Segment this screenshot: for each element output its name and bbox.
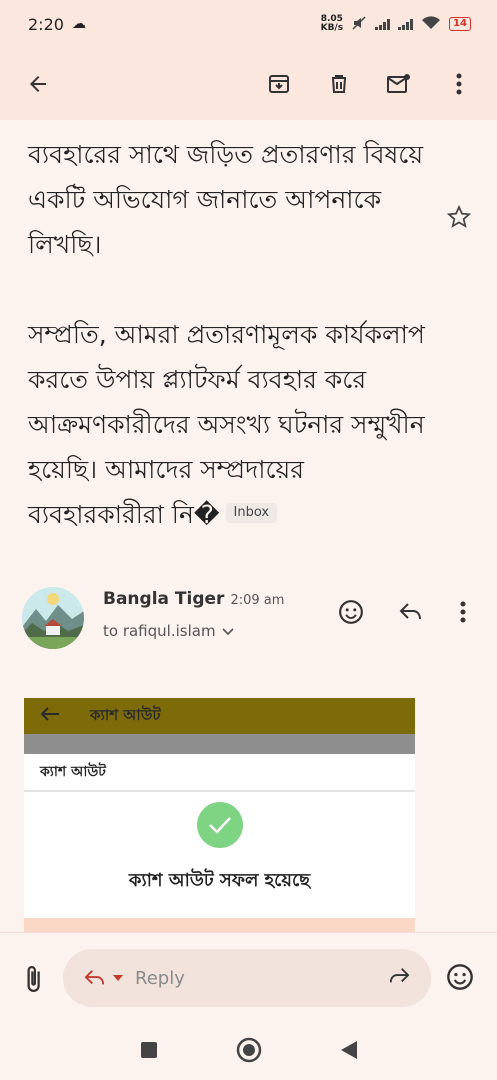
email-paragraph-2: সম্প্রতি, আমরা প্রতারণামূলক কার্যকলাপ কর… <box>28 312 428 537</box>
star-icon[interactable] <box>446 204 474 232</box>
wifi-icon <box>421 15 441 34</box>
signal-icon-1 <box>375 18 391 30</box>
recents-icon[interactable] <box>140 1041 158 1063</box>
message-more-icon[interactable] <box>448 597 478 627</box>
reply-placeholder: Reply <box>135 967 185 989</box>
email-body: ব্যবহারের সাথে জড়িত প্রতারণার বিষয়ে এক… <box>28 132 428 537</box>
trash-icon[interactable] <box>319 64 359 104</box>
status-bar: 2:20 ☁ 8.05 KB/s 14 <box>0 0 497 48</box>
check-icon <box>197 802 243 848</box>
recipient-details[interactable]: to rafiqul.islam <box>103 622 234 640</box>
message-time: 2:09 am <box>230 593 285 608</box>
sender-name-text: Bangla Tiger <box>103 589 225 609</box>
status-indicators: 8.05 KB/s 14 <box>321 15 471 34</box>
recipient-text: to rafiqul.islam <box>103 622 216 640</box>
message-header[interactable]: Bangla Tiger 2:09 am to rafiqul.islam <box>22 585 482 649</box>
attachment-footer-strip <box>24 918 415 932</box>
chevron-down-icon <box>221 622 234 640</box>
reply-mode-icon[interactable] <box>83 968 123 988</box>
email-paragraph-1: ব্যবহারের সাথে জড়িত প্রতারণার বিষয়ে এক… <box>28 140 424 259</box>
attachment-back-icon <box>40 706 60 726</box>
forward-icon[interactable] <box>387 966 411 990</box>
archive-icon[interactable] <box>259 64 299 104</box>
attachment-image[interactable]: ক্যাশ আউট ক্যাশ আউট ক্যাশ আউট সফল হয়েছে <box>24 698 415 932</box>
mail-unread-icon[interactable] <box>379 64 419 104</box>
system-nav-bar <box>0 1024 497 1080</box>
more-vert-icon[interactable] <box>439 64 479 104</box>
avatar[interactable] <box>22 587 84 649</box>
arrow-back-icon[interactable] <box>18 64 58 104</box>
attachment-card-title: ক্যাশ আউট <box>24 754 415 792</box>
inbox-label-chip[interactable]: Inbox <box>225 503 278 523</box>
battery-indicator: 14 <box>449 17 471 31</box>
emoji-react-icon[interactable] <box>336 597 366 627</box>
paperclip-icon[interactable] <box>18 963 48 995</box>
attachment-divider <box>24 734 415 754</box>
email-paragraph-2-text: সম্প্রতি, আমরা প্রতারণামূলক কার্যকলাপ কর… <box>28 320 425 529</box>
net-speed: 8.05 KB/s <box>321 15 343 33</box>
attachment-header: ক্যাশ আউট <box>24 698 415 734</box>
email-toolbar <box>0 48 497 120</box>
status-time: 2:20 <box>28 14 64 34</box>
emoji-icon[interactable] <box>446 963 476 993</box>
reply-bar: Reply <box>0 932 497 1024</box>
sender-name: Bangla Tiger 2:09 am <box>103 589 284 609</box>
home-icon[interactable] <box>236 1037 262 1067</box>
back-nav-icon[interactable] <box>340 1040 358 1064</box>
mute-icon <box>351 15 367 34</box>
reply-input[interactable]: Reply <box>63 949 431 1007</box>
cloud-icon: ☁ <box>71 16 86 32</box>
signal-icon-2 <box>398 18 414 30</box>
attachment-header-title: ক্যাশ আউট <box>90 705 161 724</box>
reply-icon[interactable] <box>396 597 426 627</box>
net-speed-unit: KB/s <box>320 23 344 33</box>
attachment-success-message: ক্যাশ আউট সফল হয়েছে <box>128 870 311 891</box>
